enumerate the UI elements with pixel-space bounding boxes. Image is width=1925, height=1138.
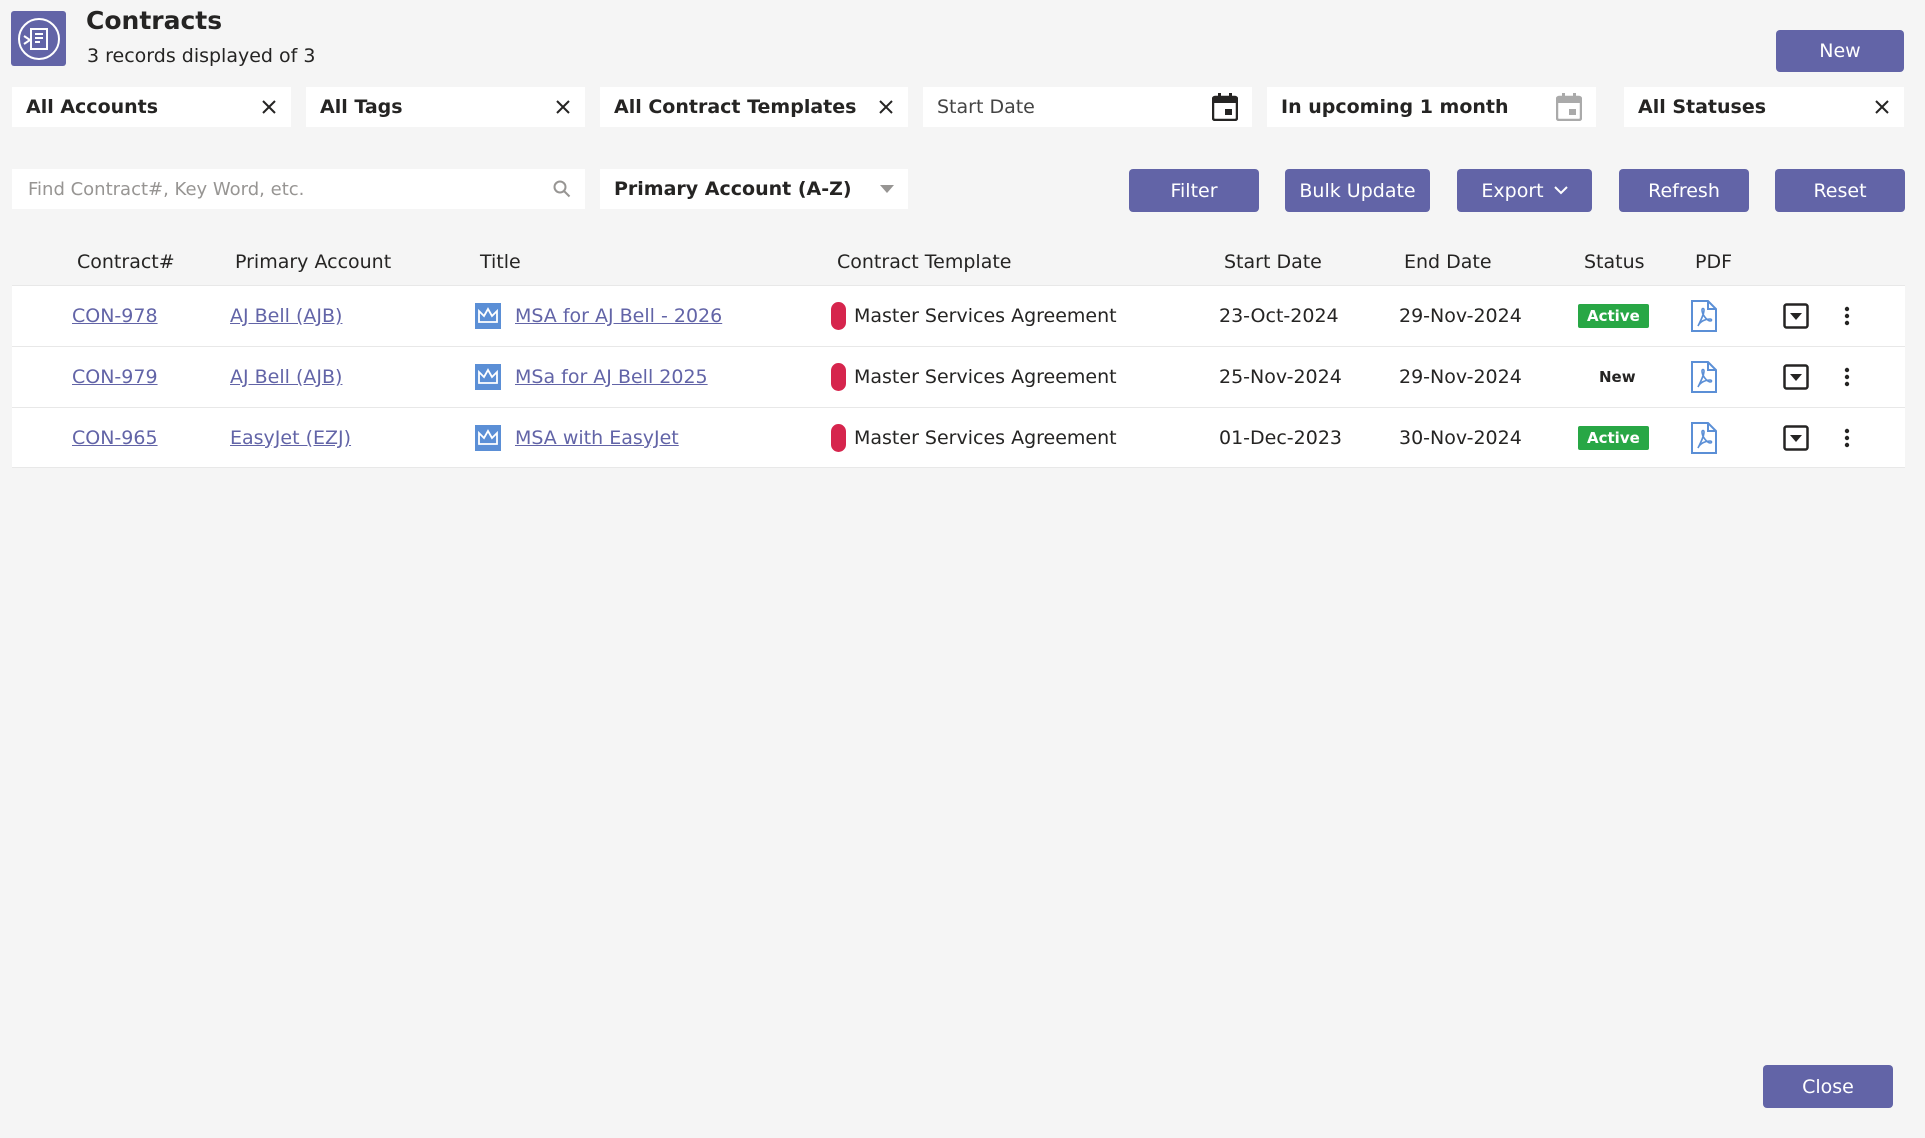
crown-icon [475, 425, 501, 451]
search-icon[interactable] [553, 180, 571, 198]
sort-select[interactable]: Primary Account (A-Z) [600, 169, 908, 209]
sort-select-value: Primary Account (A-Z) [614, 178, 852, 200]
title-link[interactable]: MSA with EasyJet [515, 427, 679, 449]
template-color-marker [831, 363, 846, 391]
end-date: 30-Nov-2024 [1399, 427, 1522, 449]
template-color-marker [831, 302, 846, 330]
contract-link[interactable]: CON-979 [72, 366, 158, 388]
more-options-icon[interactable] [1844, 306, 1850, 326]
more-options-icon[interactable] [1844, 428, 1850, 448]
bulk-update-button[interactable]: Bulk Update [1285, 169, 1430, 212]
start-date: 01-Dec-2023 [1219, 427, 1343, 449]
new-button[interactable]: New [1776, 30, 1904, 72]
template-name: Master Services Agreement [854, 427, 1117, 449]
export-button[interactable]: Export [1457, 169, 1592, 212]
pdf-icon[interactable] [1691, 422, 1717, 454]
close-icon[interactable] [261, 99, 277, 115]
table-row: CON-978 AJ Bell (AJB) MSA for AJ Bell - … [12, 285, 1905, 346]
accounts-filter[interactable]: All Accounts [12, 87, 291, 127]
calendar-icon[interactable] [1212, 93, 1238, 121]
start-date: 23-Oct-2024 [1219, 305, 1339, 327]
title-link[interactable]: MSa for AJ Bell 2025 [515, 366, 708, 388]
end-date: 29-Nov-2024 [1399, 366, 1522, 388]
start-date: 25-Nov-2024 [1219, 366, 1342, 388]
page-title: Contracts [86, 6, 223, 35]
pdf-icon[interactable] [1691, 300, 1717, 332]
crown-icon [475, 364, 501, 390]
search-box[interactable] [12, 169, 585, 209]
contracts-table: Contract# Primary Account Title Contract… [12, 243, 1905, 468]
contract-icon [11, 11, 66, 66]
table-header: Contract# Primary Account Title Contract… [12, 243, 1905, 285]
template-color-marker [831, 424, 846, 452]
pdf-icon[interactable] [1691, 361, 1717, 393]
close-icon[interactable] [1874, 99, 1890, 115]
templates-filter[interactable]: All Contract Templates [600, 87, 908, 127]
dropdown-box-icon[interactable] [1783, 425, 1809, 451]
start-date-filter[interactable]: Start Date [923, 87, 1252, 127]
status-badge: Active [1578, 304, 1649, 328]
col-title[interactable]: Title [480, 251, 521, 273]
statuses-filter-label: All Statuses [1638, 96, 1767, 118]
end-date: 29-Nov-2024 [1399, 305, 1522, 327]
template-name: Master Services Agreement [854, 366, 1117, 388]
contract-link[interactable]: CON-965 [72, 427, 158, 449]
dropdown-box-icon[interactable] [1783, 303, 1809, 329]
template-name: Master Services Agreement [854, 305, 1117, 327]
accounts-filter-label: All Accounts [26, 96, 159, 118]
status-badge: Active [1578, 426, 1649, 450]
col-contract-template[interactable]: Contract Template [837, 251, 1011, 273]
reset-button[interactable]: Reset [1775, 169, 1905, 212]
templates-filter-label: All Contract Templates [614, 96, 857, 118]
close-icon[interactable] [878, 99, 894, 115]
filter-button[interactable]: Filter [1129, 169, 1259, 212]
account-link[interactable]: AJ Bell (AJB) [230, 305, 342, 327]
close-button[interactable]: Close [1763, 1065, 1893, 1108]
col-primary-account[interactable]: Primary Account [235, 251, 391, 273]
more-options-icon[interactable] [1844, 367, 1850, 387]
col-contract[interactable]: Contract# [77, 251, 175, 273]
contract-link[interactable]: CON-978 [72, 305, 158, 327]
title-link[interactable]: MSA for AJ Bell - 2026 [515, 305, 722, 327]
close-icon[interactable] [555, 99, 571, 115]
caret-down-icon [880, 185, 894, 193]
end-date-label: In upcoming 1 month [1281, 96, 1509, 118]
end-date-filter[interactable]: In upcoming 1 month [1267, 87, 1596, 127]
table-row: CON-979 AJ Bell (AJB) MSa for AJ Bell 20… [12, 346, 1905, 407]
col-end-date[interactable]: End Date [1404, 251, 1492, 273]
col-status[interactable]: Status [1584, 251, 1645, 273]
account-link[interactable]: AJ Bell (AJB) [230, 366, 342, 388]
col-start-date[interactable]: Start Date [1224, 251, 1322, 273]
crown-icon [475, 303, 501, 329]
dropdown-box-icon[interactable] [1783, 364, 1809, 390]
col-pdf: PDF [1695, 251, 1733, 273]
table-row: CON-965 EasyJet (EZJ) MSA with EasyJet M… [12, 407, 1905, 468]
export-button-label: Export [1481, 179, 1544, 202]
chevron-down-icon [1553, 186, 1568, 195]
search-input[interactable] [26, 177, 546, 201]
account-link[interactable]: EasyJet (EZJ) [230, 427, 351, 449]
start-date-label: Start Date [937, 96, 1035, 118]
tags-filter-label: All Tags [320, 96, 403, 118]
refresh-button[interactable]: Refresh [1619, 169, 1749, 212]
statuses-filter[interactable]: All Statuses [1624, 87, 1904, 127]
tags-filter[interactable]: All Tags [306, 87, 585, 127]
calendar-icon[interactable] [1556, 93, 1582, 121]
record-count: 3 records displayed of 3 [87, 45, 316, 67]
status-badge: New [1599, 368, 1636, 386]
